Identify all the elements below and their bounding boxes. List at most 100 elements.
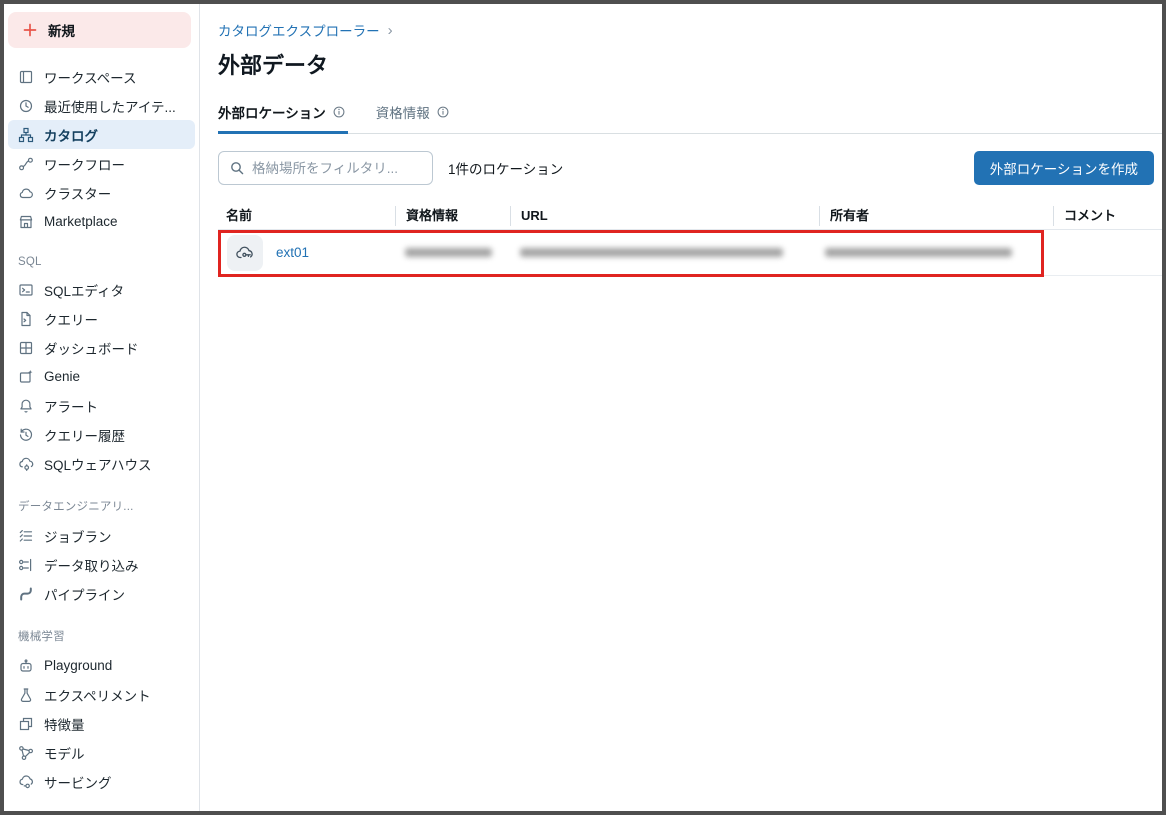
sidebar-item-label: ワークスペース [44, 70, 137, 86]
sidebar-item-label: クラスター [44, 186, 112, 202]
toolbar: 1件のロケーション 外部ロケーションを作成 [218, 151, 1154, 185]
sidebar-item[interactable]: Playground [8, 651, 195, 680]
tab-external-locations-label: 外部ロケーション [218, 106, 326, 121]
redacted-url-text [520, 248, 783, 257]
sidebar-item[interactable]: SQLウェアハウス [8, 449, 195, 478]
sidebar-section-header: SQL [18, 256, 42, 268]
sidebar-item-label: サービング [44, 775, 112, 791]
column-header-credential: 資格情報 [395, 206, 510, 226]
feature-store-icon [18, 716, 34, 732]
external-locations-table: 名前 資格情報 URL 所有者 コメント ext01 [218, 203, 1162, 277]
info-icon[interactable] [436, 105, 450, 119]
sidebar-item-label: 最近使用したアイテ... [44, 99, 176, 115]
sidebar-item-label: ジョブラン [44, 529, 112, 545]
external-location-cloud-icon [227, 234, 263, 271]
sidebar-item-label: Genie [44, 369, 81, 384]
filter-search-box[interactable] [218, 151, 433, 185]
flask-icon [18, 687, 34, 703]
cloud-icon [18, 185, 34, 201]
chevron-right-icon: › [387, 21, 393, 39]
storefront-icon [18, 214, 34, 230]
column-header-url: URL [510, 206, 819, 226]
sidebar-item[interactable]: クエリー [8, 304, 195, 333]
sidebar-item[interactable]: サービング [8, 767, 195, 796]
create-external-location-button[interactable]: 外部ロケーションを作成 [973, 151, 1154, 185]
cell-name: ext01 [218, 230, 395, 275]
plus-icon [22, 22, 38, 38]
sidebar-item[interactable]: クラスター [8, 178, 195, 207]
sidebar-item-label: カタログ [44, 128, 98, 144]
tab-credentials[interactable]: 資格情報 [376, 102, 452, 134]
sidebar-item-label: 特徴量 [44, 717, 85, 733]
serving-icon [18, 774, 34, 790]
sidebar-item-label: SQLウェアハウス [44, 457, 152, 473]
sidebar-item-label: ダッシュボード [44, 341, 139, 357]
filter-input[interactable] [252, 160, 422, 176]
sidebar-item[interactable]: 最近使用したアイテ... [8, 91, 195, 120]
sidebar-item-label: クエリー履歴 [44, 428, 125, 444]
table-header-row: 名前 資格情報 URL 所有者 コメント [218, 203, 1162, 230]
sidebar-item[interactable]: ジョブラン [8, 521, 195, 550]
redacted-credential-text [405, 248, 492, 257]
cell-comment [1053, 230, 1162, 275]
sidebar-item[interactable]: クエリー履歴 [8, 420, 195, 449]
page-title: 外部データ [218, 53, 329, 78]
sidebar-nav: ワークスペース最近使用したアイテ... カタログワークフロー クラスター Market… [4, 62, 199, 796]
sidebar-item-label: Playground [44, 658, 113, 673]
location-count: 1件のロケーション [448, 162, 564, 177]
sidebar-item[interactable]: ダッシュボード [8, 333, 195, 362]
external-location-link[interactable]: ext01 [276, 245, 309, 260]
sidebar-item-label: データ取り込み [44, 558, 139, 574]
tab-credentials-label: 資格情報 [375, 106, 430, 121]
sidebar-item-label: クエリー [44, 312, 98, 328]
model-icon [18, 745, 34, 761]
table-row[interactable]: ext01 [218, 230, 1162, 277]
main-content: カタログエクスプローラー › 外部データ 外部ロケーション 資格情報 格納場所を… [201, 4, 1162, 811]
sidebar-item[interactable]: Genie [8, 362, 195, 391]
sidebar-item-label: ワークフロー [44, 157, 125, 173]
sidebar-item[interactable]: SQLエディタ [8, 275, 195, 304]
sidebar-item-label: モデル [44, 746, 85, 762]
cell-url [510, 230, 819, 275]
sidebar-item[interactable]: アラート [8, 391, 195, 420]
sidebar-item[interactable]: Marketplace [8, 207, 195, 236]
query-file-icon [18, 311, 34, 327]
sidebar-section-header: 機械学習 [18, 631, 65, 643]
tab-external-locations[interactable]: 外部ロケーション [218, 102, 348, 134]
new-button[interactable]: 新規 [8, 12, 191, 48]
robot-icon [18, 658, 34, 674]
sidebar-item-label: エクスペリメント [44, 688, 151, 704]
info-icon[interactable] [332, 105, 346, 119]
sidebar-item[interactable]: モデル [8, 738, 195, 767]
warehouse-icon [18, 456, 34, 472]
tab-bar: 外部ロケーション 資格情報 [218, 102, 1162, 134]
sidebar-item[interactable]: ワークフロー [8, 149, 195, 178]
breadcrumb: カタログエクスプローラー › [201, 4, 1162, 40]
sidebar-item[interactable]: 特徴量 [8, 709, 195, 738]
new-button-label: 新規 [48, 24, 75, 39]
clock-icon [18, 98, 34, 114]
sidebar-item-label: Marketplace [44, 214, 118, 229]
workspace-icon [18, 69, 34, 85]
breadcrumb-link-catalog-explorer[interactable]: カタログエクスプローラー [218, 20, 380, 40]
app-window: 新規 ワークスペース最近使用したアイテ... カタログワークフロー クラスター Mar… [0, 0, 1166, 815]
sidebar-item[interactable]: データ取り込み [8, 550, 195, 579]
sidebar-item[interactable]: パイプライン [8, 579, 195, 608]
sidebar-item[interactable]: エクスペリメント [8, 680, 195, 709]
cell-owner [819, 230, 1053, 275]
dashboard-icon [18, 340, 34, 356]
cell-credential [395, 230, 510, 275]
ingestion-icon [18, 557, 34, 573]
sidebar-item-label: パイプライン [44, 587, 125, 603]
redacted-owner-text [825, 248, 1012, 257]
genie-icon [18, 369, 34, 385]
job-runs-icon [18, 528, 34, 544]
column-header-name: 名前 [226, 208, 253, 223]
search-icon [229, 160, 245, 176]
column-header-comment: コメント [1053, 206, 1162, 226]
sidebar: 新規 ワークスペース最近使用したアイテ... カタログワークフロー クラスター Mar… [4, 4, 200, 811]
sidebar-item-label: アラート [44, 399, 98, 415]
catalog-icon [18, 127, 34, 143]
sidebar-item[interactable]: ワークスペース [8, 62, 195, 91]
sidebar-item[interactable]: カタログ [8, 120, 195, 149]
